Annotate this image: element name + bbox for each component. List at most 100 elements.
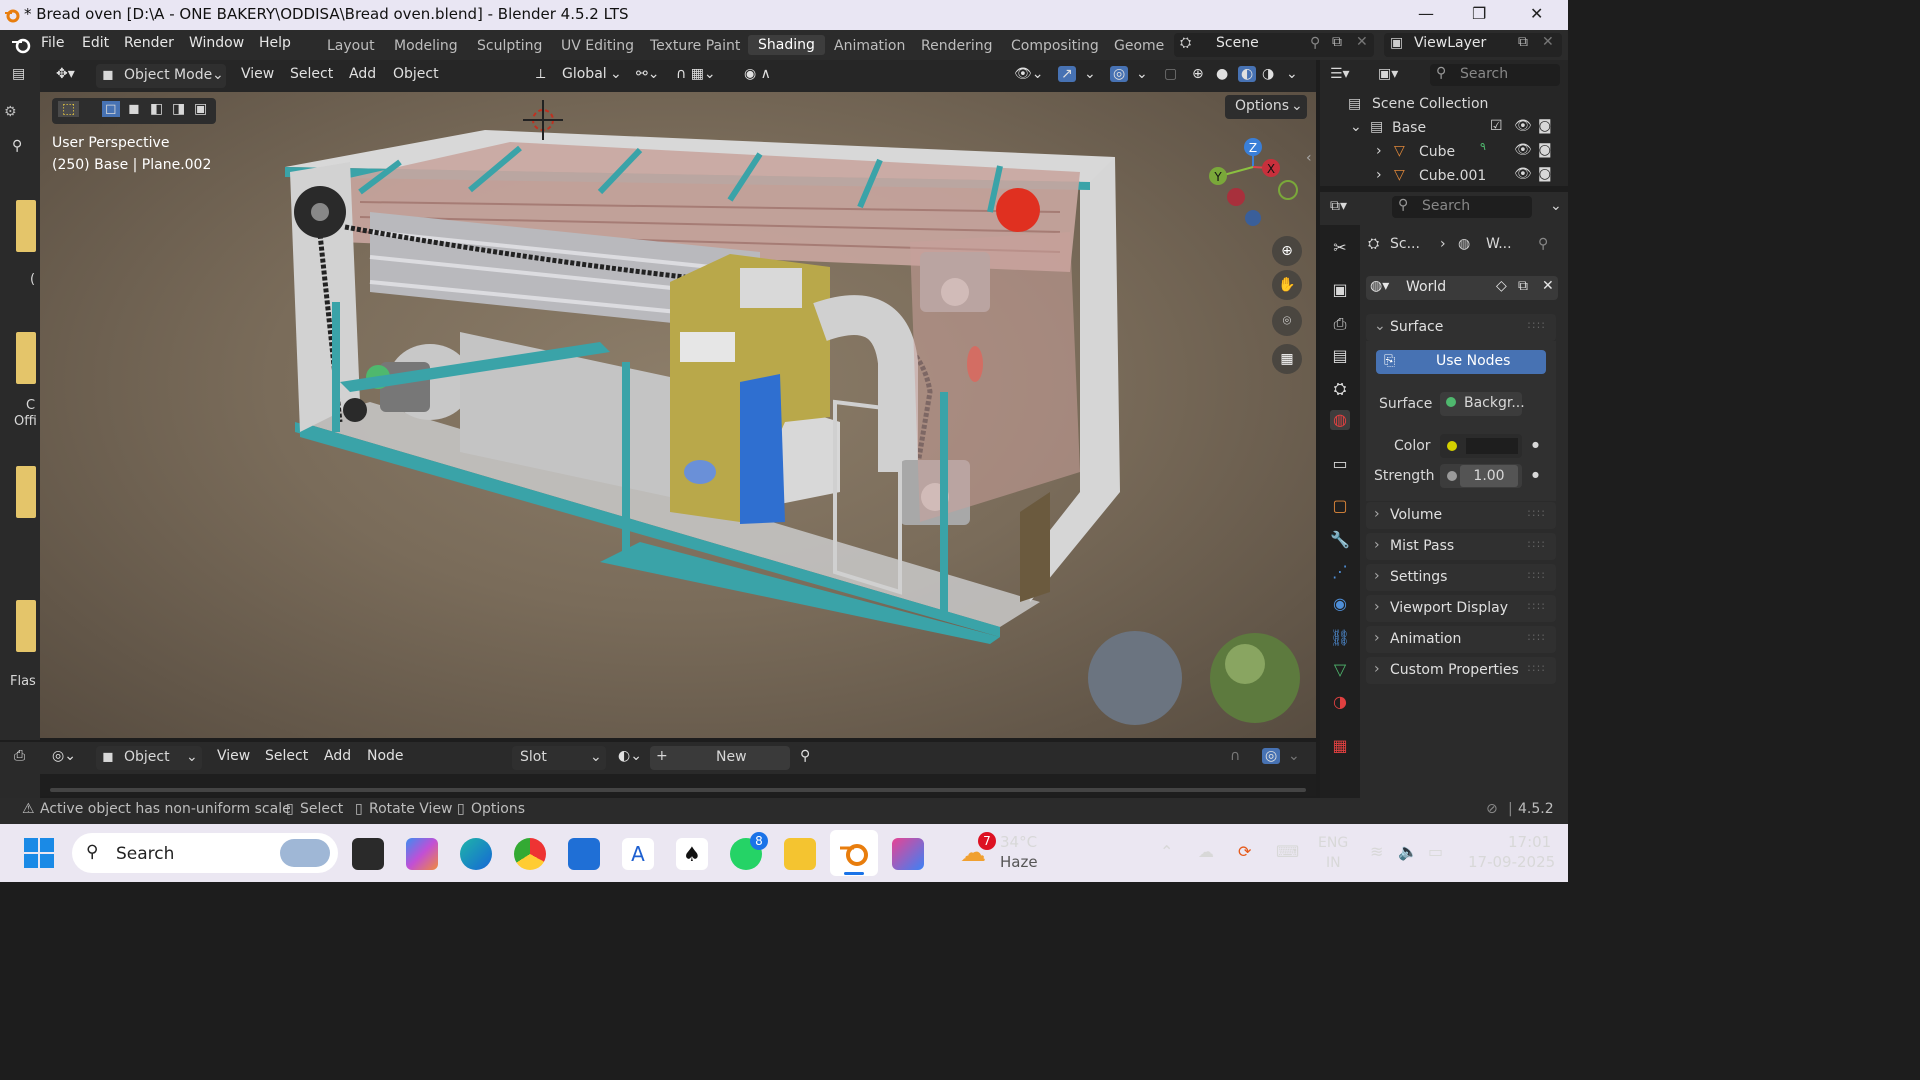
- solid-shading-icon[interactable]: ●: [1216, 66, 1228, 82]
- tab-texture-paint[interactable]: Texture Paint: [650, 38, 740, 54]
- new-material-button[interactable]: + New: [650, 746, 790, 770]
- tab-shading[interactable]: Shading: [748, 35, 825, 55]
- camera-view-icon[interactable]: ⌾: [1272, 306, 1302, 336]
- world-tab-icon[interactable]: ◍: [1330, 410, 1350, 430]
- delete-view-layer-icon[interactable]: ✕: [1542, 34, 1554, 50]
- keyboard-icon[interactable]: ⌨: [1276, 842, 1299, 861]
- display-mode-icon[interactable]: ▣▾: [1378, 66, 1398, 82]
- blender-menu-icon[interactable]: [10, 36, 32, 54]
- tab-sculpting[interactable]: Sculpting: [477, 38, 542, 54]
- view-layer-tab-icon[interactable]: ▤: [1330, 346, 1350, 366]
- use-nodes-button[interactable]: ⎘ Use Nodes: [1376, 350, 1546, 374]
- chevron-down-icon[interactable]: ⌄: [610, 66, 622, 82]
- output-tab-icon[interactable]: ⎙: [1330, 314, 1350, 334]
- chevron-down-icon[interactable]: ⌄: [1550, 198, 1562, 214]
- menu-add[interactable]: Add: [349, 66, 376, 82]
- snap-icon[interactable]: ∩ ▦⌄: [676, 66, 716, 82]
- menu-object[interactable]: Object: [393, 66, 439, 82]
- tool-tab-icon[interactable]: ✂: [1330, 238, 1350, 258]
- tab-uv-editing[interactable]: UV Editing: [561, 38, 634, 54]
- camera-icon[interactable]: ◙: [1538, 118, 1552, 134]
- chrome-browser-icon[interactable]: [514, 838, 546, 870]
- eye-icon[interactable]: 👁: [1514, 118, 1532, 134]
- scene-selector[interactable]: ⛭ Scene ⚲ ⧉ ✕: [1174, 33, 1374, 57]
- visibility-icon[interactable]: 👁⌄: [1014, 66, 1044, 82]
- tab-rendering[interactable]: Rendering: [921, 38, 993, 54]
- surface-shader-field[interactable]: Backgr...: [1440, 392, 1525, 416]
- editor-type-icon[interactable]: ▤: [12, 66, 25, 82]
- material-preview-icon[interactable]: ◐: [1238, 66, 1257, 82]
- 3d-viewport[interactable]: ⬚ ◻ ◼ ◧ ◨ ▣ Options ⌄ Z X Y ⊕ ✋ ⌾ ▦ ‹: [40, 92, 1316, 738]
- menu-help[interactable]: Help: [259, 35, 291, 51]
- rendered-shading-icon[interactable]: ◑: [1262, 66, 1274, 82]
- horizontal-scrollbar[interactable]: [50, 788, 1306, 792]
- surface-panel-header[interactable]: ⌄ Surface ::::: [1366, 314, 1556, 341]
- render-tab-icon[interactable]: ▣: [1330, 280, 1350, 300]
- chevron-up-icon[interactable]: ⌃: [1160, 842, 1173, 861]
- folder-thumbnail[interactable]: [16, 466, 36, 518]
- material-tab-icon[interactable]: ◑: [1330, 692, 1350, 712]
- snap-icon[interactable]: ∩: [1230, 748, 1240, 764]
- custom-properties-panel-header[interactable]: › Custom Properties ::::: [1366, 657, 1556, 684]
- zoom-icon[interactable]: ⊕: [1272, 236, 1302, 266]
- chevron-right-icon[interactable]: ›: [1376, 167, 1382, 183]
- file-explorer-icon[interactable]: [784, 838, 816, 870]
- bread-oven-model[interactable]: Z X Y: [40, 92, 1316, 738]
- drag-handle-icon[interactable]: ::::: [1527, 599, 1546, 612]
- material-browse-icon[interactable]: ◐⌄: [618, 748, 642, 764]
- strength-value[interactable]: 1.00: [1460, 465, 1518, 487]
- menu-file[interactable]: File: [41, 35, 64, 51]
- file-browser-icon[interactable]: ⎙: [14, 748, 25, 764]
- keyframe-dot-icon[interactable]: ●: [1532, 440, 1539, 449]
- menu-edit[interactable]: Edit: [82, 35, 109, 51]
- chevron-right-icon[interactable]: ›: [1376, 143, 1382, 159]
- scene-tab-icon[interactable]: ⛭: [1330, 379, 1350, 399]
- chevron-down-icon[interactable]: ⌄: [1288, 748, 1300, 764]
- new-scene-icon[interactable]: ⧉: [1332, 34, 1342, 50]
- overlays-icon[interactable]: ◎: [1262, 748, 1281, 764]
- particles-tab-icon[interactable]: ⋰: [1330, 562, 1350, 582]
- slot-dropdown[interactable]: Slot ⌄: [512, 746, 606, 770]
- menu-node[interactable]: Node: [367, 748, 404, 764]
- outliner-item-cube-001[interactable]: Cube.001: [1419, 168, 1486, 184]
- snipping-tool-icon[interactable]: [892, 838, 924, 870]
- constraints-tab-icon[interactable]: ⛓: [1330, 628, 1350, 648]
- blender-taskbar-icon[interactable]: [838, 838, 870, 870]
- outliner-scene-collection[interactable]: Scene Collection: [1372, 96, 1488, 112]
- menu-add[interactable]: Add: [324, 748, 351, 764]
- new-world-icon[interactable]: ⧉: [1518, 278, 1528, 294]
- minimize-button[interactable]: —: [1418, 4, 1434, 23]
- pin-icon[interactable]: ⚲: [1538, 236, 1548, 252]
- chevron-down-icon[interactable]: ⌄: [1136, 66, 1148, 82]
- volume-icon[interactable]: 🔈: [1398, 842, 1418, 861]
- menu-render[interactable]: Render: [124, 35, 174, 51]
- app-a-icon[interactable]: A: [622, 838, 654, 870]
- object-tab-icon[interactable]: ▢: [1330, 496, 1350, 516]
- outliner-item-cube[interactable]: Cube: [1419, 144, 1455, 160]
- gizmo-toggle-icon[interactable]: ↗: [1058, 66, 1076, 82]
- battery-icon[interactable]: ▭: [1428, 842, 1443, 861]
- task-view-icon[interactable]: [352, 838, 384, 870]
- outliner-collection-base[interactable]: Base: [1392, 120, 1426, 136]
- outliner-search-input[interactable]: ⚲ Search: [1430, 64, 1560, 86]
- drag-handle-icon[interactable]: ::::: [1527, 506, 1546, 519]
- camera-icon[interactable]: ◙: [1538, 166, 1552, 182]
- search-icon[interactable]: ⚲: [12, 138, 22, 154]
- editor-type-icon[interactable]: ☰▾: [1330, 66, 1350, 82]
- orientation-dropdown[interactable]: Global: [562, 66, 607, 82]
- modifier-tab-icon[interactable]: 🔧: [1330, 530, 1350, 550]
- language-secondary[interactable]: IN: [1326, 855, 1341, 871]
- shader-node-area[interactable]: [40, 774, 1316, 796]
- volume-panel-header[interactable]: › Volume ::::: [1366, 502, 1556, 529]
- collection-tab-icon[interactable]: ▭: [1330, 454, 1350, 474]
- wifi-icon[interactable]: ≋: [1370, 842, 1383, 861]
- tab-compositing[interactable]: Compositing: [1011, 38, 1099, 54]
- shader-type-dropdown[interactable]: ◼ Object ⌄: [96, 746, 202, 770]
- proportional-edit-icon[interactable]: ◉ ∧: [744, 66, 771, 82]
- color-swatch[interactable]: [1466, 438, 1518, 454]
- pan-hand-icon[interactable]: ✋: [1272, 270, 1302, 300]
- clock-time[interactable]: 17:01: [1508, 833, 1551, 851]
- mode-dropdown[interactable]: ◼ Object Mode ⌄: [96, 64, 226, 88]
- chevron-down-icon[interactable]: ⌄: [1084, 66, 1096, 82]
- texture-tab-icon[interactable]: ▦: [1330, 736, 1350, 756]
